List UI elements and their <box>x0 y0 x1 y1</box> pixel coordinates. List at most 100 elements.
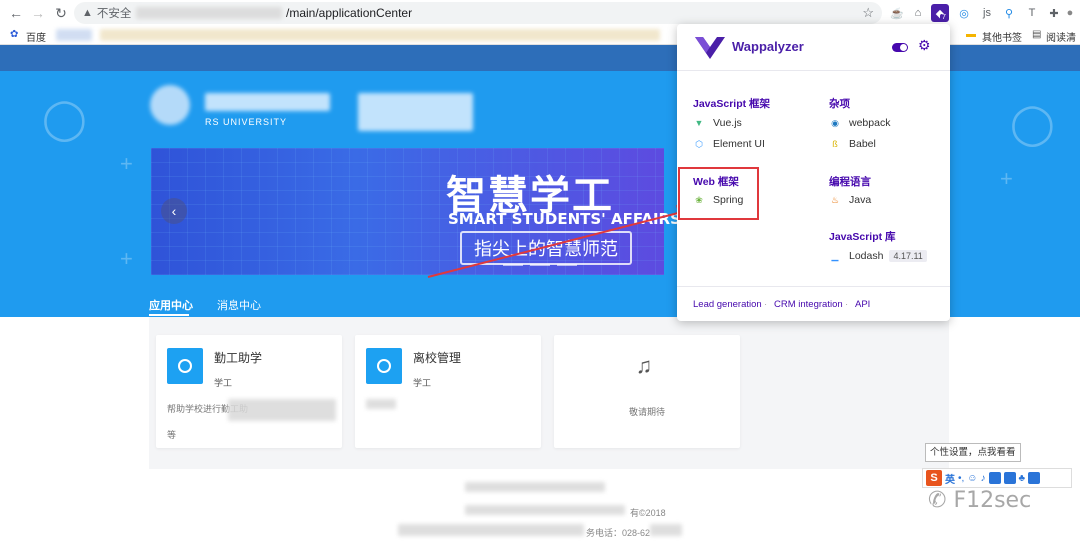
link-crm-integration[interactable]: CRM integration <box>774 299 843 310</box>
emoji-icon[interactable]: ☺ <box>967 473 977 484</box>
carousel-dot[interactable] <box>557 264 577 266</box>
app-card-coming-soon: ♫ 敬请期待 <box>554 335 740 448</box>
footer-copyright: 有©2018 <box>630 508 666 518</box>
plus-decoration: + <box>120 151 133 176</box>
baidu-paw-icon: ✿ <box>10 29 19 40</box>
warning-icon: ▲ <box>82 7 93 19</box>
bookmark-other[interactable]: 其他书签 <box>982 29 1022 44</box>
coming-soon-label: 敬请期待 <box>628 407 665 417</box>
extension-translate-icon[interactable]: T <box>1023 4 1041 22</box>
ime-mode-label[interactable]: 英 <box>945 471 955 486</box>
punctuation-icon[interactable]: •, <box>958 473 964 484</box>
extension-robot-icon[interactable]: ⌂ <box>909 4 927 22</box>
blurred-footer-line <box>650 524 682 536</box>
version-badge: 4.17.11 <box>889 250 927 262</box>
extension-cup-icon[interactable]: ☕ <box>888 4 906 22</box>
skin-shirt-icon[interactable]: ♣ <box>1019 473 1026 484</box>
extension-js-icon[interactable]: js <box>978 4 996 22</box>
extension-pin-icon[interactable]: ⚲ <box>1000 4 1018 22</box>
element-ui-icon: ⬡ <box>695 138 703 149</box>
profile-avatar-icon[interactable]: ● <box>1061 4 1079 22</box>
blurred-footer-line <box>398 524 584 536</box>
tech-element-ui[interactable]: ⬡ Element UI <box>693 138 765 150</box>
wappalyzer-badge: 7 <box>940 14 948 21</box>
tech-vuejs[interactable]: ▼ Vue.js <box>693 117 742 129</box>
wappalyzer-header: Wappalyzer ⚙ <box>677 24 950 71</box>
tech-java[interactable]: ♨ Java <box>829 194 871 206</box>
folder-icon: ▬ <box>966 29 976 40</box>
back-icon[interactable]: ← <box>6 3 26 23</box>
banner-subtitle: SMART STUDENTS' AFFAIRS <box>448 210 681 228</box>
extension-ring-icon[interactable]: ◎ <box>955 4 973 22</box>
tech-label: Java <box>849 194 872 206</box>
toolbox-icon[interactable] <box>1003 472 1016 484</box>
carousel-dot[interactable] <box>530 264 550 266</box>
blurred-host <box>136 7 282 19</box>
blurred-footer-line <box>465 505 625 515</box>
card-description-end: 等 <box>167 430 177 440</box>
app-card-work-study[interactable]: 勤工助学 学工 帮助学校进行勤工助 等 <box>156 335 342 448</box>
keyboard-icon[interactable] <box>988 472 1001 484</box>
tech-lodash[interactable]: ▁ Lodash 4.17.11 <box>829 250 927 262</box>
reload-icon[interactable]: ↻ <box>51 3 71 23</box>
card-category: 学工 <box>413 378 432 388</box>
banner-tagline: 指尖上的智慧师范 <box>460 231 632 265</box>
watermark-text: F12sec <box>953 488 1032 513</box>
app-lightbulb-icon <box>167 348 203 384</box>
star-icon[interactable]: ☆ <box>862 5 874 21</box>
link-separator: · <box>845 299 849 310</box>
tech-label: Element UI <box>713 138 765 150</box>
blurred-bookmark <box>56 29 92 41</box>
address-bar[interactable]: ▲ 不安全 /main/applicationCenter ☆ <box>74 2 882 24</box>
ime-tooltip: 个性设置，点我看看 <box>925 443 1021 462</box>
active-tab-indicator <box>149 314 189 316</box>
carousel-prev-button[interactable]: ‹ <box>161 198 187 224</box>
app-lightbulb-icon <box>366 348 402 384</box>
enable-toggle[interactable] <box>892 43 908 52</box>
blurred-college-name <box>358 93 473 131</box>
reading-list-icon: ▤ <box>1032 29 1042 40</box>
tech-label: Lodash <box>849 250 884 262</box>
link-lead-generation[interactable]: Lead generation <box>693 299 762 310</box>
microphone-icon[interactable]: ♪ <box>981 473 986 484</box>
forward-icon[interactable]: → <box>28 3 48 23</box>
tech-babel[interactable]: ß Babel <box>829 138 876 150</box>
wechat-icon: ✆ <box>928 488 954 513</box>
category-misc: 杂项 <box>829 98 850 110</box>
tab-app-center[interactable]: 应用中心 <box>149 297 193 313</box>
wappalyzer-title: Wappalyzer <box>732 39 804 54</box>
link-api[interactable]: API <box>855 299 870 310</box>
grid-menu-icon[interactable] <box>1028 472 1041 484</box>
url-text: /main/applicationCenter <box>286 6 413 20</box>
wechat-watermark: ✆ F12sec <box>928 488 1031 513</box>
sogou-logo-icon[interactable]: S <box>926 470 942 486</box>
link-separator: · <box>764 299 768 310</box>
footer-phone: 务电话：028-62 <box>586 528 651 538</box>
card-category: 学工 <box>214 378 233 388</box>
blurred-description <box>228 399 336 421</box>
blurred-description <box>366 399 396 409</box>
ime-toolbar[interactable]: S 英 •, ☺ ♪ ♣ <box>922 468 1072 488</box>
vue-icon: ▼ <box>694 118 704 128</box>
gear-icon[interactable]: ⚙ <box>918 37 931 54</box>
app-center-panel: 勤工助学 学工 帮助学校进行勤工助 等 离校管理 学工 ♫ 敬请期待 <box>149 317 949 469</box>
plus-decoration: + <box>120 246 133 271</box>
university-english-name: RS UNIVERSITY <box>205 117 288 127</box>
card-title: 勤工助学 <box>214 351 263 365</box>
circle-decoration: ◯ <box>42 97 87 141</box>
security-label: 不安全 <box>96 8 132 20</box>
lodash-icon: ▁ <box>831 250 839 261</box>
carousel-dot[interactable] <box>503 264 523 266</box>
app-card-leave-school[interactable]: 离校管理 学工 <box>355 335 541 448</box>
browser-toolbar: ← → ↻ ▲ 不安全 /main/applicationCenter ☆ ☕ … <box>0 0 1080 26</box>
tech-webpack[interactable]: ◉ webpack <box>829 117 890 129</box>
red-highlight-box <box>678 167 759 220</box>
university-logo <box>150 85 190 125</box>
tab-message-center[interactable]: 消息中心 <box>217 297 261 313</box>
blurred-university-name <box>205 93 330 111</box>
bookmark-baidu[interactable]: 百度 <box>26 29 46 44</box>
tech-label: Vue.js <box>713 117 742 129</box>
tech-label: Babel <box>849 138 876 150</box>
webpack-icon: ◉ <box>831 117 839 128</box>
category-language: 编程语言 <box>829 176 871 188</box>
